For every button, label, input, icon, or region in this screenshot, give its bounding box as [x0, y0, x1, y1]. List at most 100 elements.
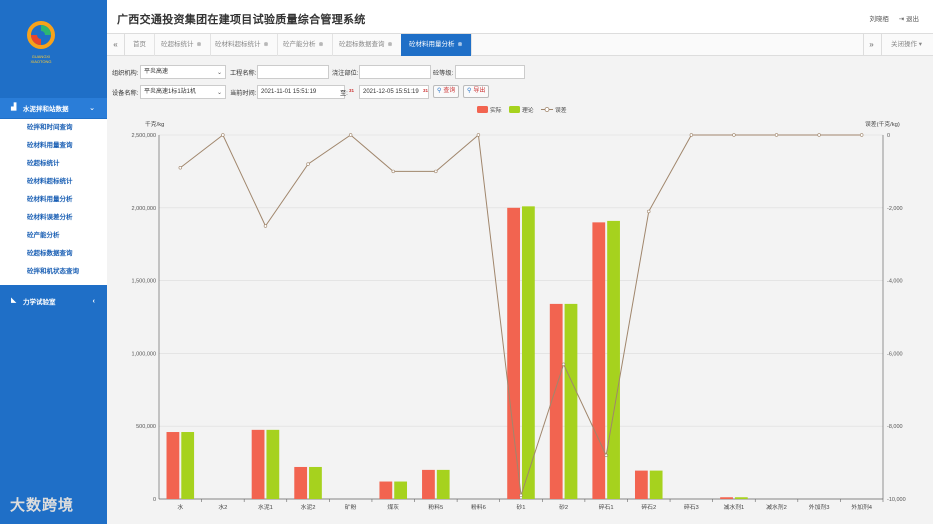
y-tick-label: 500,000	[136, 424, 156, 430]
bar-theory	[436, 469, 450, 499]
sidebar-item-overlimit-stats[interactable]: 砼超标统计	[0, 155, 107, 173]
error-point	[519, 493, 523, 498]
x-tick-label: 碎石2	[641, 503, 656, 511]
query-label: 查询	[443, 88, 456, 94]
material-usage-chart: 0 500,000 1,000,000 1,500,000 2,000,000 2,500…	[132, 106, 906, 511]
error-point	[689, 133, 694, 137]
error-point	[348, 133, 353, 137]
legend-label-actual: 实际	[490, 106, 502, 114]
legend-swatch-actual	[477, 106, 488, 113]
x-tick-label: 水2	[218, 503, 227, 511]
sidebar-item-material-overlimit-stats[interactable]: 砼材料超标统计	[0, 173, 107, 191]
close-icon[interactable]: ⊗	[319, 42, 324, 48]
y2-axis-title: 误差(千克/kg)	[865, 120, 900, 128]
bar-theory	[394, 481, 408, 499]
chevron-down-icon: ⌄	[216, 70, 222, 76]
end-time-input[interactable]: 2021-12-05 15:51:19	[359, 85, 429, 99]
query-button[interactable]: ⚲ 查询	[433, 85, 460, 98]
close-icon[interactable]: ⊗	[197, 42, 202, 48]
close-icon[interactable]: ⊗	[458, 42, 463, 48]
end-time-value: 2021-12-05 15:51:19	[363, 89, 419, 95]
sidebar-group-mechanics-lab[interactable]: ◣ 力学试验室 ‹	[0, 291, 107, 311]
device-label: 设备名称:	[112, 90, 139, 97]
device-select[interactable]: 平炎高速1标1站1机 ⌄	[140, 85, 226, 99]
error-point	[178, 166, 182, 170]
grade-label: 砼等级:	[433, 70, 454, 77]
tab-home[interactable]: 首页	[125, 34, 155, 56]
start-time-input[interactable]: 2021-11-01 15:51:19	[257, 85, 345, 99]
logo-caption: GUANGXI XIAOTONG	[30, 54, 52, 64]
bar-actual	[720, 497, 733, 499]
bar-actual	[294, 466, 308, 499]
sidebar-item-material-error-analysis[interactable]: 砼材料误差分析	[0, 209, 107, 227]
org-label: 组织机构:	[112, 70, 139, 77]
sidebar-submenu: 砼拌和时间查询 砼材料用量查询 砼超标统计 砼材料超标统计 砼材料用量分析 砼材…	[0, 119, 107, 285]
x-tick-label: 砂1	[516, 503, 525, 511]
sidebar-item-overlimit-data-query[interactable]: 砼超标数据查询	[0, 245, 107, 263]
legend-swatch-theory	[509, 106, 520, 113]
bar-theory	[522, 206, 535, 499]
search-icon: ⚲	[467, 88, 472, 94]
error-point	[604, 453, 608, 458]
bar-theory	[607, 220, 620, 499]
rss-icon: ◣	[11, 297, 17, 304]
chevron-left-icon: ‹	[92, 297, 95, 305]
tab-material-overlimit-stats[interactable]: 砼材料超标统计 ⊗	[207, 34, 278, 56]
x-tick-label: 水泥1	[258, 503, 273, 511]
x-tick-label: 外加剂4	[851, 503, 872, 511]
x-tick-label: 碎石3	[684, 503, 699, 511]
calendar-icon[interactable]: 31	[421, 86, 430, 96]
to-label: 至:	[340, 90, 348, 97]
logout-icon: ⇥	[898, 16, 906, 23]
tab-label: 砼超标统计	[161, 41, 194, 48]
bar-theory	[649, 470, 663, 499]
legend-label-error: 误差	[555, 106, 567, 114]
sidebar: GUANGXI XIAOTONG ▟ 水泥拌和站数据 ⌄ 砼拌和时间查询 砼材料…	[0, 0, 107, 524]
y-tick-label: 2,000,000	[132, 206, 156, 212]
sidebar-group-label: 水泥拌和站数据	[23, 106, 69, 113]
tab-overlimit-data-query[interactable]: 砼超标数据查询 ⊗	[331, 34, 402, 56]
sidebar-item-material-usage-query[interactable]: 砼材料用量查询	[0, 137, 107, 155]
x-tick-label: 粉料5	[428, 503, 443, 511]
company-logo	[27, 21, 55, 49]
y-tick-label: 2,500,000	[132, 133, 156, 139]
tab-scroll-right-button[interactable]: »	[863, 34, 879, 56]
tab-capacity-analysis[interactable]: 砼产能分析 ⊗	[275, 34, 333, 56]
sidebar-group-label: 力学试验室	[23, 299, 56, 306]
error-point	[434, 169, 438, 174]
calendar-icon[interactable]: 31	[347, 86, 356, 96]
close-ops-label: 关闭操作	[890, 41, 917, 48]
project-label: 工程名称:	[230, 70, 257, 77]
y2-tick-label: 0	[887, 133, 890, 139]
export-button[interactable]: ⚲ 导出	[463, 85, 490, 98]
logout-button[interactable]: ⇥ 退出	[899, 13, 919, 23]
export-label: 导出	[473, 88, 486, 94]
sidebar-item-mix-time-query[interactable]: 砼拌和时间查询	[0, 119, 107, 137]
project-input[interactable]	[257, 65, 329, 79]
y-tick-label: 1,500,000	[132, 279, 156, 285]
y-tick-label: 0	[153, 497, 156, 503]
close-operations-dropdown[interactable]: 关闭操作 ▾	[881, 34, 931, 56]
x-tick-label: 碎石1	[599, 503, 614, 511]
tab-material-usage-analysis[interactable]: 砼材料用量分析 ⊗	[401, 34, 472, 56]
current-user[interactable]: 刘晓栢	[870, 13, 890, 23]
sidebar-item-mixer-status-query[interactable]: 砼拌和机状态查询	[0, 263, 107, 281]
x-tick-label: 粉料6	[471, 503, 486, 511]
close-icon[interactable]: ⊗	[388, 42, 393, 48]
org-select-value: 平炎高速	[144, 69, 169, 75]
org-select[interactable]: 平炎高速 ⌄	[140, 65, 226, 79]
tab-overlimit-stats[interactable]: 砼超标统计 ⊗	[153, 34, 211, 56]
pour-position-input[interactable]	[359, 65, 431, 79]
x-tick-label: 煤灰	[387, 503, 399, 511]
filter-panel: 组织机构: 平炎高速 ⌄ 工程名称: 浇注部位: 砼等级: 设备名称: 平炎高速…	[107, 57, 933, 102]
tab-label: 砼产能分析	[283, 41, 316, 48]
error-point	[263, 224, 268, 228]
tab-scroll-left-button[interactable]: «	[107, 34, 125, 56]
sidebar-group-mixing-station[interactable]: ▟ 水泥拌和站数据 ⌄	[0, 98, 107, 118]
sidebar-item-material-usage-analysis[interactable]: 砼材料用量分析	[0, 191, 107, 209]
error-point	[306, 162, 310, 166]
sidebar-item-capacity-analysis[interactable]: 砼产能分析	[0, 227, 107, 245]
close-icon[interactable]: ⊗	[264, 42, 269, 48]
grade-input[interactable]	[455, 65, 525, 79]
x-tick-label: 矿粉	[345, 503, 357, 511]
